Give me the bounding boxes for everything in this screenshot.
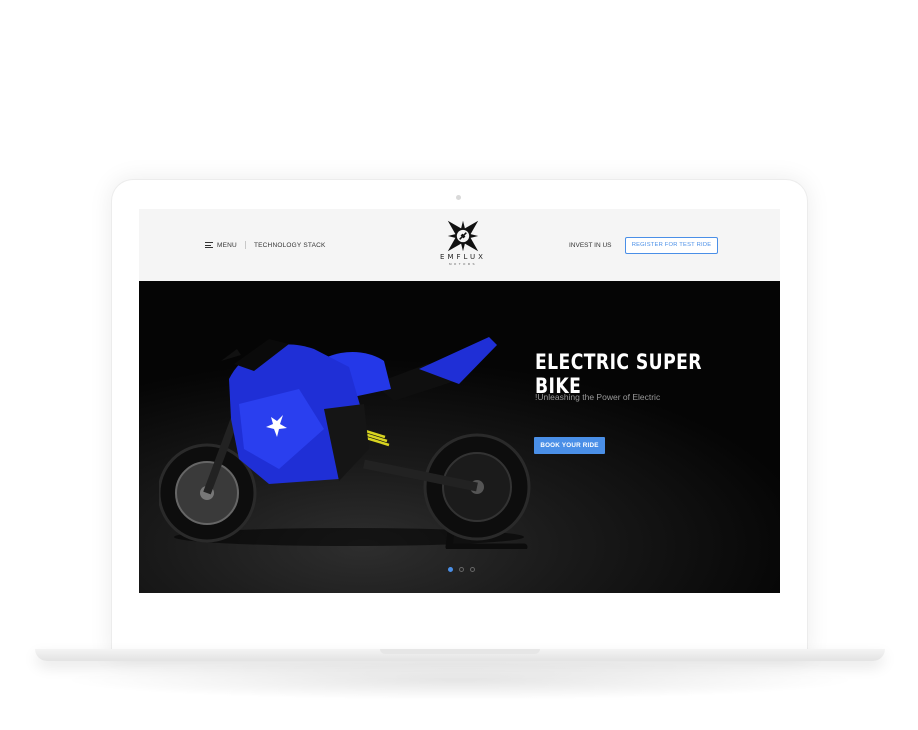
logo-subtext: MOTORS <box>448 262 478 266</box>
camera-dot <box>456 195 461 200</box>
hero-title: ELECTRIC SUPER BIKE <box>535 350 702 398</box>
site-header: MENU TECHNOLOGY STACK EMFLUX MOTORS INVE… <box>139 209 780 281</box>
laptop-notch <box>380 649 540 654</box>
hamburger-icon[interactable] <box>205 242 213 248</box>
slider-pagination <box>448 567 475 572</box>
invest-link[interactable]: INVEST IN US <box>569 242 612 249</box>
emflux-logo[interactable]: EMFLUX MOTORS <box>430 217 496 275</box>
register-test-ride-button[interactable]: REGISTER FOR TEST RIDE <box>625 237 718 254</box>
technology-stack-link[interactable]: TECHNOLOGY STACK <box>254 242 326 249</box>
website-screen: MENU TECHNOLOGY STACK EMFLUX MOTORS INVE… <box>139 209 780 593</box>
electric-motorcycle-image <box>159 337 531 549</box>
menu-link[interactable]: MENU <box>217 242 237 249</box>
slide-dot-2[interactable] <box>459 567 464 572</box>
nav-divider <box>244 241 246 249</box>
hero-subtitle: !Unleashing the Power of Electric <box>535 392 661 402</box>
emflux-logo-mark-icon <box>447 220 479 252</box>
book-your-ride-button[interactable]: BOOK YOUR RIDE <box>534 437 605 454</box>
nav-left: MENU TECHNOLOGY STACK <box>205 241 326 249</box>
slide-dot-1[interactable] <box>448 567 453 572</box>
slide-dot-3[interactable] <box>470 567 475 572</box>
hero-banner: ELECTRIC SUPER BIKE !Unleashing the Powe… <box>139 281 780 593</box>
laptop-shadow <box>60 660 860 700</box>
logo-wordmark: EMFLUX <box>440 253 486 261</box>
